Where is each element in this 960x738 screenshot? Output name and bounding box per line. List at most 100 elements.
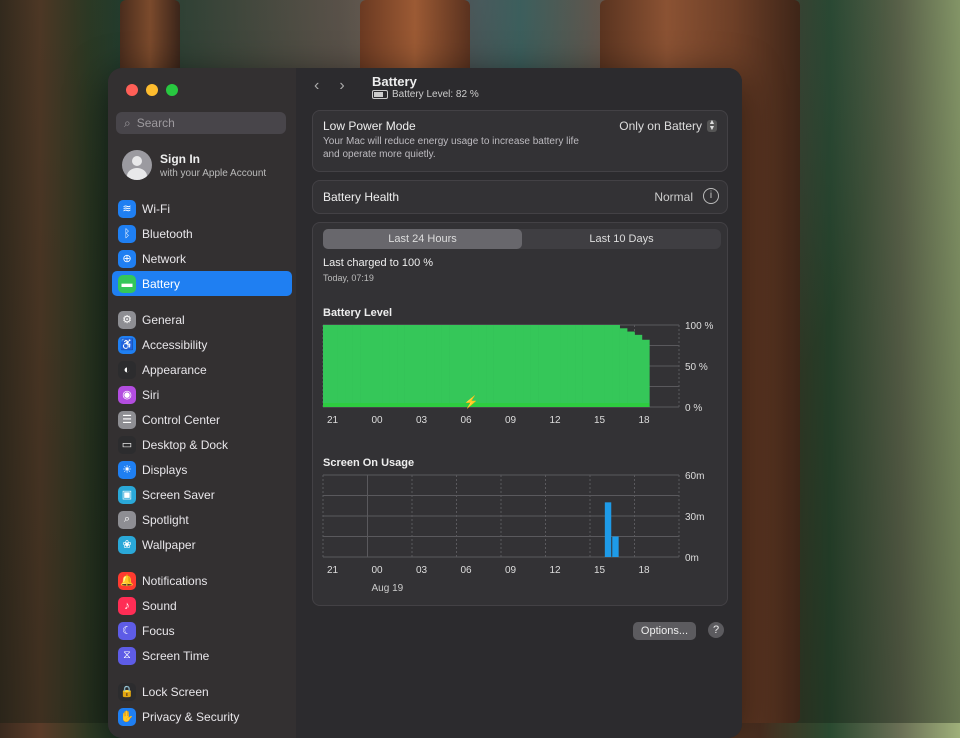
dock-icon: ▭ (118, 435, 136, 454)
battery-bar (523, 325, 531, 407)
x-tick-label: 12 (550, 415, 562, 426)
sidebar: ⌕ Search Sign In with your Apple Account… (108, 68, 297, 738)
screen-time-icon: ⧖ (118, 646, 136, 665)
search-input[interactable]: ⌕ Search (116, 112, 286, 134)
battery-bar (515, 325, 524, 407)
zoom-button[interactable] (166, 84, 178, 96)
sidebar-item-desktop-dock[interactable]: ▭ Desktop & Dock (112, 432, 292, 457)
time-range-segmented-control: Last 24 Hours Last 10 Days (323, 229, 721, 249)
battery-bar (412, 325, 420, 407)
battery-bar (604, 325, 613, 407)
sidebar-item-bluetooth[interactable]: ᛒ Bluetooth (112, 221, 292, 246)
x-tick-label: 03 (416, 565, 428, 576)
y-tick-label: 100 % (685, 321, 713, 332)
notifications-icon: 🔔 (118, 571, 136, 590)
sidebar-group: 🔒 Lock Screen ✋ Privacy & Security (112, 679, 292, 729)
battery-bar (582, 325, 591, 407)
sidebar-item-label: Wi-Fi (142, 201, 170, 216)
accessibility-icon: ♿ (118, 335, 136, 354)
bluetooth-icon: ᛒ (118, 224, 136, 243)
sidebar-item-screen-time[interactable]: ⧖ Screen Time (112, 643, 292, 668)
signin-subtitle: with your Apple Account (160, 167, 267, 179)
sidebar-item-wi-fi[interactable]: ≋ Wi-Fi (112, 196, 292, 221)
back-chevron-icon[interactable]: ‹ (314, 77, 319, 95)
battery-bar (337, 325, 346, 407)
sidebar-item-control-center[interactable]: ☰ Control Center (112, 407, 292, 432)
focus-icon: ☾ (118, 621, 136, 640)
sidebar-item-appearance[interactable]: ◐ Appearance (112, 357, 292, 382)
siri-icon: ◉ (118, 385, 136, 404)
sidebar-item-general[interactable]: ⚙ General (112, 307, 292, 332)
battery-bar (486, 325, 494, 407)
battery-level-icon (372, 90, 388, 99)
low-power-value: Only on Battery (619, 119, 702, 133)
sidebar-item-privacy-security[interactable]: ✋ Privacy & Security (112, 704, 292, 729)
sound-icon: ♪ (118, 596, 136, 615)
sidebar-item-label: Appearance (142, 362, 207, 377)
main-content: ‹ › Battery Battery Level: 82 % Low Powe… (296, 68, 742, 738)
sidebar-item-lock-screen[interactable]: 🔒 Lock Screen (112, 679, 292, 704)
tab-last-10-days[interactable]: Last 10 Days (522, 229, 721, 249)
battery-bar (590, 325, 598, 407)
battery-level-chart-title: Battery Level (323, 307, 393, 319)
forward-chevron-icon[interactable]: › (339, 77, 344, 95)
sidebar-item-displays[interactable]: ☀ Displays (112, 457, 292, 482)
close-button[interactable] (126, 84, 138, 96)
help-button[interactable]: ? (708, 622, 724, 638)
x-tick-label: 09 (505, 565, 517, 576)
battery-bar (352, 325, 361, 407)
wallpaper-icon: ❀ (118, 535, 136, 554)
appearance-icon: ◐ (118, 360, 136, 379)
x-tick-label: 15 (594, 565, 606, 576)
sidebar-item-label: Control Center (142, 412, 221, 427)
toolbar: ‹ › Battery Battery Level: 82 % (296, 68, 742, 104)
sidebar-item-notifications[interactable]: 🔔 Notifications (112, 568, 292, 593)
x-tick-label: 00 (372, 565, 384, 576)
gear-icon: ⚙ (118, 310, 136, 329)
minimize-button[interactable] (146, 84, 158, 96)
x-tick-label: 21 (327, 415, 339, 426)
account-signin[interactable]: Sign In with your Apple Account (122, 150, 266, 180)
sidebar-item-accessibility[interactable]: ♿ Accessibility (112, 332, 292, 357)
lock-icon: 🔒 (118, 682, 136, 701)
x-tick-label: 06 (461, 565, 473, 576)
sidebar-item-wallpaper[interactable]: ❀ Wallpaper (112, 532, 292, 557)
usage-bar (604, 502, 612, 557)
globe-icon: ⊕ (118, 249, 136, 268)
sidebar-item-battery[interactable]: ▬ Battery (112, 271, 292, 296)
sidebar-item-label: Battery (142, 276, 181, 291)
options-button[interactable]: Options... (632, 622, 696, 640)
sidebar-item-label: Sound (142, 598, 177, 613)
battery-bar (360, 325, 368, 407)
x-date-label: Aug 19 (372, 583, 404, 594)
info-icon[interactable]: i (703, 188, 719, 204)
sidebar-item-sound[interactable]: ♪ Sound (112, 593, 292, 618)
avatar (122, 150, 152, 180)
sidebar-item-network[interactable]: ⊕ Network (112, 246, 292, 271)
sidebar-item-label: General (142, 312, 185, 327)
usage-bar (612, 536, 619, 557)
battery-bar (493, 325, 502, 407)
sidebar-item-siri[interactable]: ◉ Siri (112, 382, 292, 407)
x-tick-label: 06 (461, 415, 473, 426)
nav-arrows: ‹ › (314, 77, 345, 95)
battery-bar (323, 325, 331, 407)
battery-bar (560, 325, 569, 407)
sidebar-item-label: Desktop & Dock (142, 437, 229, 452)
low-power-description: Your Mac will reduce energy usage to inc… (323, 136, 579, 160)
control-center-icon: ☰ (118, 410, 136, 429)
sidebar-item-spotlight[interactable]: ⌕ Spotlight (112, 507, 292, 532)
charging-baseline (323, 403, 650, 407)
battery-bar (397, 325, 405, 407)
sidebar-item-screen-saver[interactable]: ▣ Screen Saver (112, 482, 292, 507)
battery-bar (389, 325, 398, 407)
tab-last-24-hours[interactable]: Last 24 Hours (323, 229, 522, 249)
low-power-select[interactable]: Only on Battery ▲ ▼ (619, 119, 717, 133)
battery-bar (530, 325, 539, 407)
page-subtitle: Battery Level: 82 % (372, 89, 479, 100)
battery-bar (434, 325, 442, 407)
displays-icon: ☀ (118, 460, 136, 479)
sidebar-group: ⚙ General ♿ Accessibility ◐ Appearance ◉ Siri ☰ C… (112, 307, 292, 557)
sidebar-item-label: Focus (142, 623, 175, 638)
sidebar-item-focus[interactable]: ☾ Focus (112, 618, 292, 643)
